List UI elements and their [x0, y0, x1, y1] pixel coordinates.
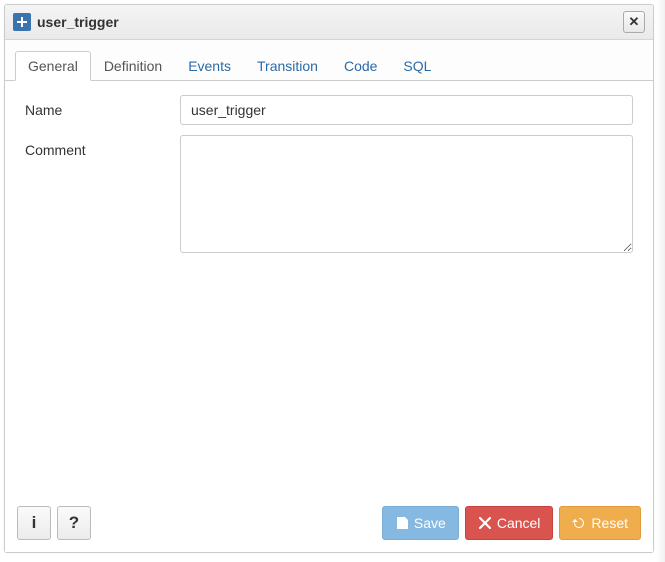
row-comment: Comment — [25, 135, 633, 256]
dialog-body: Name Comment — [5, 81, 653, 498]
save-icon — [395, 516, 409, 530]
close-button[interactable]: ✕ — [623, 11, 645, 33]
comment-label: Comment — [25, 135, 180, 158]
tab-transition[interactable]: Transition — [244, 51, 331, 81]
save-label: Save — [414, 515, 446, 531]
tab-events[interactable]: Events — [175, 51, 244, 81]
tab-sql[interactable]: SQL — [390, 51, 444, 81]
reset-label: Reset — [591, 515, 628, 531]
cancel-label: Cancel — [497, 515, 541, 531]
reset-icon — [572, 516, 586, 530]
cancel-icon — [478, 516, 492, 530]
trigger-icon — [13, 13, 31, 31]
name-label: Name — [25, 95, 180, 118]
titlebar: user_trigger ✕ — [5, 5, 653, 40]
name-input[interactable] — [180, 95, 633, 125]
tab-code[interactable]: Code — [331, 51, 390, 81]
cancel-button[interactable]: Cancel — [465, 506, 554, 540]
help-button[interactable]: ? — [57, 506, 91, 540]
dialog-title: user_trigger — [37, 14, 617, 30]
reset-button[interactable]: Reset — [559, 506, 641, 540]
info-button[interactable]: i — [17, 506, 51, 540]
row-name: Name — [25, 95, 633, 125]
dialog-window: user_trigger ✕ General Definition Events… — [4, 4, 654, 553]
tab-bar: General Definition Events Transition Cod… — [5, 40, 653, 81]
comment-textarea[interactable] — [180, 135, 633, 253]
right-edge-shadow — [657, 0, 665, 562]
dialog-footer: i ? Save Cancel Reset — [5, 498, 653, 552]
tab-definition[interactable]: Definition — [91, 51, 175, 81]
tab-general[interactable]: General — [15, 51, 91, 81]
close-icon: ✕ — [629, 14, 640, 30]
save-button[interactable]: Save — [382, 506, 459, 540]
info-icon: i — [32, 513, 37, 533]
question-icon: ? — [69, 513, 79, 533]
